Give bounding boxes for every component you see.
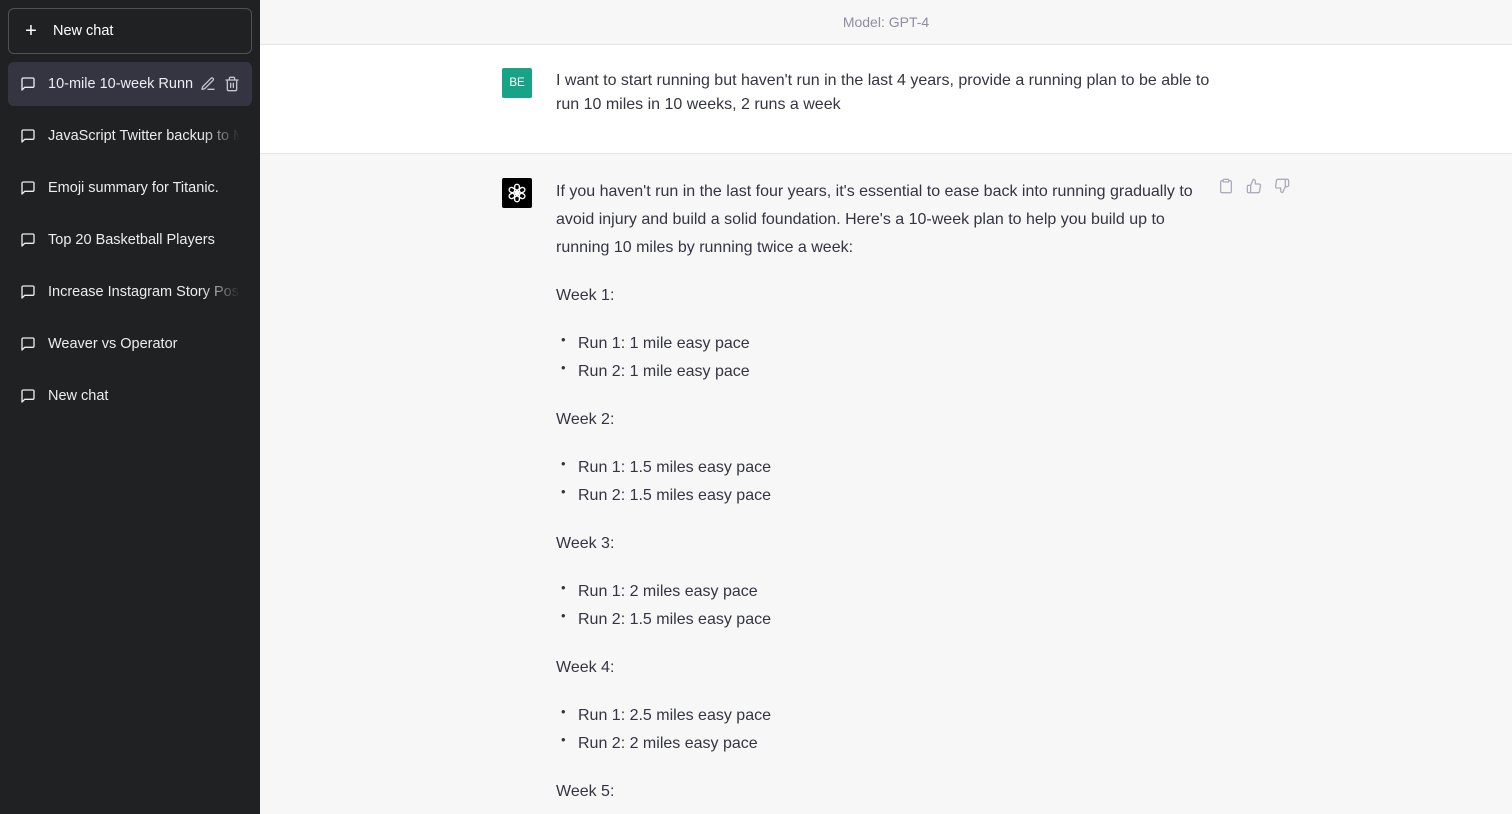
user-avatar: BE [502, 68, 532, 98]
run-list: Run 1: 2 miles easy pace Run 2: 1.5 mile… [556, 574, 1206, 634]
conversation-label: Weaver vs Operator [48, 336, 178, 352]
user-avatar-initials: BE [509, 77, 525, 89]
new-chat-button[interactable]: + New chat [8, 8, 252, 54]
trash-icon[interactable] [224, 76, 240, 92]
conversation-item[interactable]: Increase Instagram Story Post [8, 270, 252, 314]
conversation-label: New chat [48, 388, 109, 404]
assistant-message: If you haven't run in the last four year… [260, 154, 1512, 814]
conversation-item[interactable]: New chat [8, 374, 252, 418]
assistant-intro: If you haven't run in the last four year… [556, 183, 1193, 256]
conversation-item[interactable]: 10-mile 10-week Runnin [8, 62, 252, 106]
run-item: Run 2: 1 mile easy pace [556, 354, 1206, 386]
run-item: Run 2: 1.5 miles easy pace [556, 478, 1206, 510]
conversation-item[interactable]: Top 20 Basketball Players [8, 218, 252, 262]
chat-bubble-icon [21, 233, 35, 247]
conversation-label: Emoji summary for Titanic. [48, 180, 219, 196]
week-title: Week 5: [556, 783, 615, 800]
run-item: Run 2: 2 miles easy pace [556, 726, 1206, 758]
model-label: Model: GPT-4 [842, 14, 930, 30]
run-item: Run 2: 1.5 miles easy pace [556, 602, 1206, 634]
conversation-label: Increase Instagram Story Post [48, 284, 240, 300]
run-list: Run 1: 2.5 miles easy pace Run 2: 2 mile… [556, 698, 1206, 758]
thumbs-up-icon[interactable] [1246, 178, 1262, 194]
conversation-item[interactable]: JavaScript Twitter backup to M [8, 114, 252, 158]
week-title: Week 2: [556, 411, 615, 428]
chat-bubble-icon [21, 77, 35, 91]
chat-main: Model: GPT-4 BE I want to start running … [260, 0, 1512, 814]
conversation-label: 10-mile 10-week Runnin [48, 76, 194, 92]
new-chat-label: New chat [53, 23, 114, 39]
conversation-item[interactable]: Weaver vs Operator [8, 322, 252, 366]
conversation-label: Top 20 Basketball Players [48, 232, 215, 248]
chat-bubble-icon [21, 337, 35, 351]
run-item: Run 1: 1.5 miles easy pace [556, 450, 1206, 482]
conversation-actions [200, 76, 240, 92]
chat-bubble-icon [21, 129, 35, 143]
chat-bubble-icon [21, 181, 35, 195]
assistant-avatar [502, 178, 532, 208]
chat-bubble-icon [21, 285, 35, 299]
run-item: Run 1: 2.5 miles easy pace [556, 698, 1206, 730]
week-title: Week 3: [556, 535, 615, 552]
plus-icon: + [25, 20, 37, 42]
assistant-message-text: If you haven't run in the last four year… [556, 178, 1206, 814]
week-title: Week 4: [556, 659, 615, 676]
user-message-text: I want to start running but haven't run … [556, 72, 1210, 113]
run-item: Run 1: 2 miles easy pace [556, 574, 1206, 606]
conversation-item[interactable]: Emoji summary for Titanic. [8, 166, 252, 210]
run-list: Run 1: 1 mile easy pace Run 2: 1 mile ea… [556, 326, 1206, 386]
week-title: Week 1: [556, 287, 615, 304]
chat-bubble-icon [21, 389, 35, 403]
message-feedback [1218, 178, 1290, 194]
openai-logo-icon [508, 183, 526, 203]
clipboard-icon[interactable] [1218, 178, 1234, 194]
run-list: Run 1: 1.5 miles easy pace Run 2: 1.5 mi… [556, 450, 1206, 510]
thumbs-down-icon[interactable] [1274, 178, 1290, 194]
run-item: Run 1: 1 mile easy pace [556, 326, 1206, 358]
model-header: Model: GPT-4 [260, 0, 1512, 45]
sidebar: + New chat 10-mile 10-week Runnin JavaSc… [0, 0, 260, 814]
conversation-list: 10-mile 10-week Runnin JavaScript Twitte… [8, 62, 252, 418]
user-message: BE I want to start running but haven't r… [260, 45, 1512, 154]
conversation-label: JavaScript Twitter backup to M [48, 128, 240, 144]
edit-icon[interactable] [200, 76, 216, 92]
